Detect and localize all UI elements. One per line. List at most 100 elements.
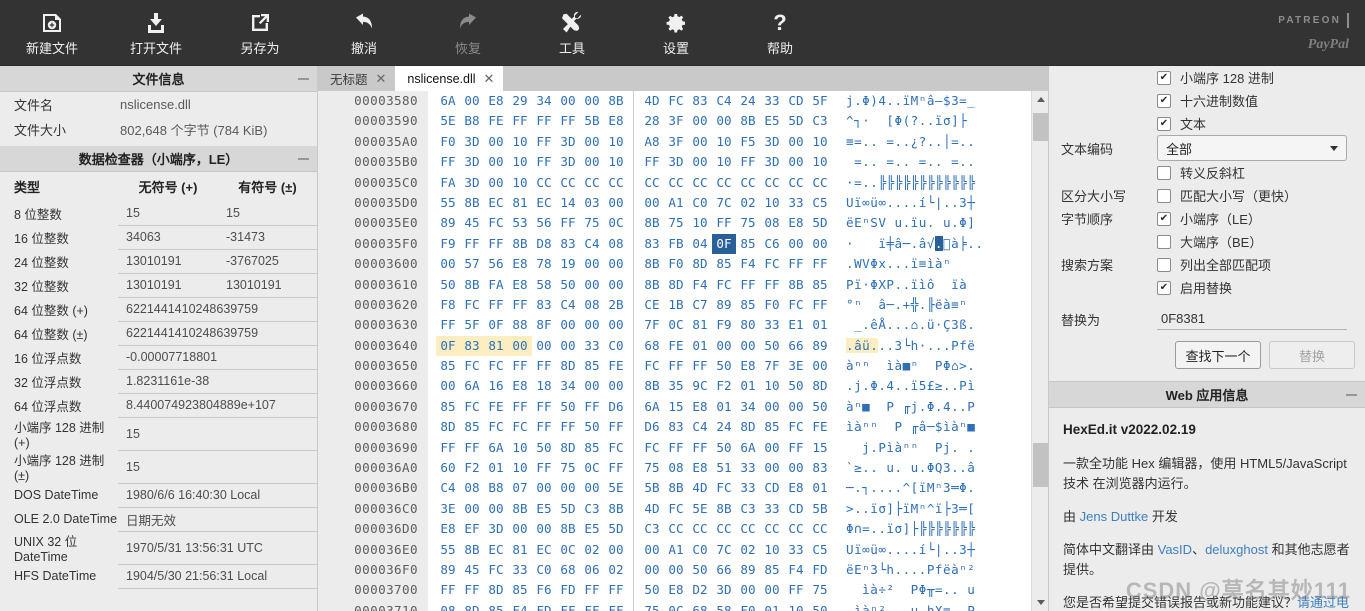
hex-byte[interactable]: 10 <box>808 132 832 152</box>
hex-byte[interactable]: 33 <box>760 499 784 519</box>
toolbar-redo-button[interactable]: 恢复 <box>416 0 520 66</box>
hex-byte[interactable]: 00 <box>580 91 604 111</box>
hex-byte[interactable]: E8 <box>484 91 508 111</box>
hex-byte[interactable]: 75 <box>808 580 832 600</box>
hex-byte[interactable]: E5 <box>760 111 784 131</box>
hex-byte[interactable]: 00 <box>580 132 604 152</box>
hex-byte[interactable]: 00 <box>436 254 460 274</box>
hex-ascii[interactable]: ·=..╠╠╠╠╠╠╠╠╠╠╠╠ <box>832 173 975 193</box>
hex-row[interactable]: 00003710 08 8D 85 F4 FD FF FF FF 75 0C 68 58 F0 01 10 50… <box>318 600 1031 611</box>
hex-byte[interactable]: 7C <box>712 193 736 213</box>
hex-byte[interactable]: 00 <box>760 458 784 478</box>
hex-ascii[interactable]: àⁿⁿ ìà■ⁿ PΦ⌂>. <box>832 356 975 376</box>
hex-byte[interactable]: 58 <box>532 275 556 295</box>
hex-row[interactable]: 00003630 FF 5F 0F 88 8F 00 00 00 7F 0C 81 F9 80 33 E1 01… <box>318 315 1031 336</box>
hex-byte[interactable]: E8 <box>688 397 712 417</box>
hex-vertical-scrollbar[interactable] <box>1031 91 1048 611</box>
hex-byte[interactable]: CC <box>664 519 688 539</box>
hex-byte[interactable]: 89 <box>712 295 736 315</box>
hex-byte[interactable]: FF <box>736 152 760 172</box>
hex-byte[interactable]: 3E <box>436 499 460 519</box>
hex-byte[interactable]: 50 <box>712 356 736 376</box>
hex-byte[interactable]: A1 <box>664 193 688 213</box>
hex-byte[interactable]: 85 <box>460 417 484 437</box>
checkbox-little-endian-128[interactable] <box>1157 70 1171 85</box>
hex-byte[interactable]: 75 <box>640 601 664 611</box>
hex-bytes[interactable]: FA 3D 00 10 CC CC CC CC CC CC CC CC CC CC CC CC <box>428 172 832 193</box>
hex-byte[interactable]: 34 <box>556 376 580 396</box>
hex-byte[interactable]: FF <box>580 580 604 600</box>
hex-byte[interactable]: EC <box>484 193 508 213</box>
hex-byte[interactable]: 85 <box>736 234 760 254</box>
inspector-value-cell[interactable]: -0.00007718801 <box>118 345 317 370</box>
hex-row[interactable]: 000036F0 89 45 FC 33 C0 68 06 02 00 00 50 66 89 85 F4 FD… <box>318 559 1031 581</box>
close-icon[interactable]: ✕ <box>484 72 495 85</box>
hex-byte[interactable]: 50 <box>760 336 784 356</box>
hex-byte[interactable]: FC <box>712 275 736 295</box>
hex-byte[interactable]: 00 <box>580 478 604 498</box>
hex-byte[interactable]: E5 <box>580 519 604 539</box>
hex-byte[interactable]: FE <box>484 397 508 417</box>
hex-byte[interactable]: 8B <box>640 376 664 396</box>
hex-byte[interactable]: E8 <box>784 478 808 498</box>
hex-ascii[interactable]: ^┐· [Φ(?..ïσ]├ <box>832 111 967 131</box>
hex-byte[interactable]: C5 <box>808 193 832 213</box>
hex-byte[interactable]: 50 <box>808 397 832 417</box>
hex-bytes[interactable]: E8 EF 3D 00 00 8B E5 5D C3 CC CC CC CC CC CC CC <box>428 519 832 540</box>
hex-byte[interactable]: FF <box>784 254 808 274</box>
hex-byte[interactable]: 10 <box>688 213 712 233</box>
hex-byte[interactable]: 45 <box>460 560 484 580</box>
hex-byte[interactable]: 33 <box>760 315 784 335</box>
hex-bytes[interactable]: 89 45 FC 33 C0 68 06 02 00 00 50 66 89 85 F4 FD <box>428 559 832 581</box>
hex-byte[interactable]: FF <box>460 234 484 254</box>
hex-byte[interactable]: 85 <box>484 601 508 611</box>
inspector-signed-cell[interactable]: -3767025 <box>218 249 317 274</box>
hex-byte[interactable]: E8 <box>736 356 760 376</box>
hex-byte[interactable]: 50 <box>436 275 460 295</box>
hex-byte[interactable]: 8B <box>664 478 688 498</box>
hex-byte[interactable]: 8B <box>604 91 628 111</box>
hex-ascii[interactable]: >..ïσ]├ïMⁿ^ï├3═[ <box>832 499 975 519</box>
hex-byte[interactable]: 34 <box>532 91 556 111</box>
hex-byte[interactable]: 8B <box>784 275 808 295</box>
hex-byte[interactable]: 2B <box>604 295 628 315</box>
hex-byte[interactable]: CC <box>808 519 832 539</box>
hex-byte[interactable]: 29 <box>508 91 532 111</box>
hex-byte[interactable]: E8 <box>784 213 808 233</box>
hex-byte[interactable]: FF <box>532 397 556 417</box>
hex-byte[interactable]: 5E <box>688 499 712 519</box>
hex-byte[interactable]: CC <box>688 173 712 193</box>
inspector-value-cell[interactable]: 15 <box>118 450 317 484</box>
hex-byte[interactable]: 78 <box>532 254 556 274</box>
hex-byte[interactable]: FC <box>604 438 628 458</box>
hex-byte[interactable]: F8 <box>436 295 460 315</box>
hex-byte[interactable]: 85 <box>712 254 736 274</box>
hex-byte[interactable]: 01 <box>808 315 832 335</box>
hex-byte[interactable]: 0F <box>712 233 736 255</box>
hex-byte[interactable]: C3 <box>808 111 832 131</box>
hex-byte[interactable]: 00 <box>604 376 628 396</box>
hex-byte[interactable]: 00 <box>532 336 556 356</box>
hex-byte[interactable]: E8 <box>688 458 712 478</box>
hex-byte[interactable]: 08 <box>460 478 484 498</box>
hex-row[interactable]: 000035D0 55 8B EC 81 EC 14 03 00 00 A1 C0 7C 02 10 33 C5… <box>318 192 1031 214</box>
toolbar-open-file-button[interactable]: 打开文件 <box>104 0 208 66</box>
hex-byte[interactable]: D6 <box>640 417 664 437</box>
patreon-link[interactable]: PATREON <box>1278 13 1349 28</box>
file-info-collapse-icon[interactable] <box>298 78 309 79</box>
hex-row[interactable]: 000036C0 3E 00 00 8B E5 5D C3 8B 4D FC 5E 8B C3 33 CD 5B… <box>318 498 1031 520</box>
hex-byte[interactable]: 3D <box>664 152 688 172</box>
hex-byte[interactable]: CC <box>664 173 688 193</box>
tab-untitled[interactable]: 无标题 ✕ <box>318 66 395 91</box>
hex-byte[interactable]: EC <box>484 540 508 560</box>
hex-byte[interactable]: FF <box>508 397 532 417</box>
hex-byte[interactable]: E1 <box>784 315 808 335</box>
hex-bytes[interactable]: 3E 00 00 8B E5 5D C3 8B 4D FC 5E 8B C3 33 CD 5B <box>428 498 832 520</box>
hex-byte[interactable]: 6A <box>640 397 664 417</box>
hex-byte[interactable]: 6A <box>736 438 760 458</box>
hex-byte[interactable]: 00 <box>604 275 628 295</box>
hex-byte[interactable]: 00 <box>784 132 808 152</box>
hex-byte[interactable]: 81 <box>508 540 532 560</box>
hex-byte[interactable]: 01 <box>484 458 508 478</box>
inspector-value-cell[interactable]: 1970/5/31 13:56:31 UTC <box>118 531 317 565</box>
